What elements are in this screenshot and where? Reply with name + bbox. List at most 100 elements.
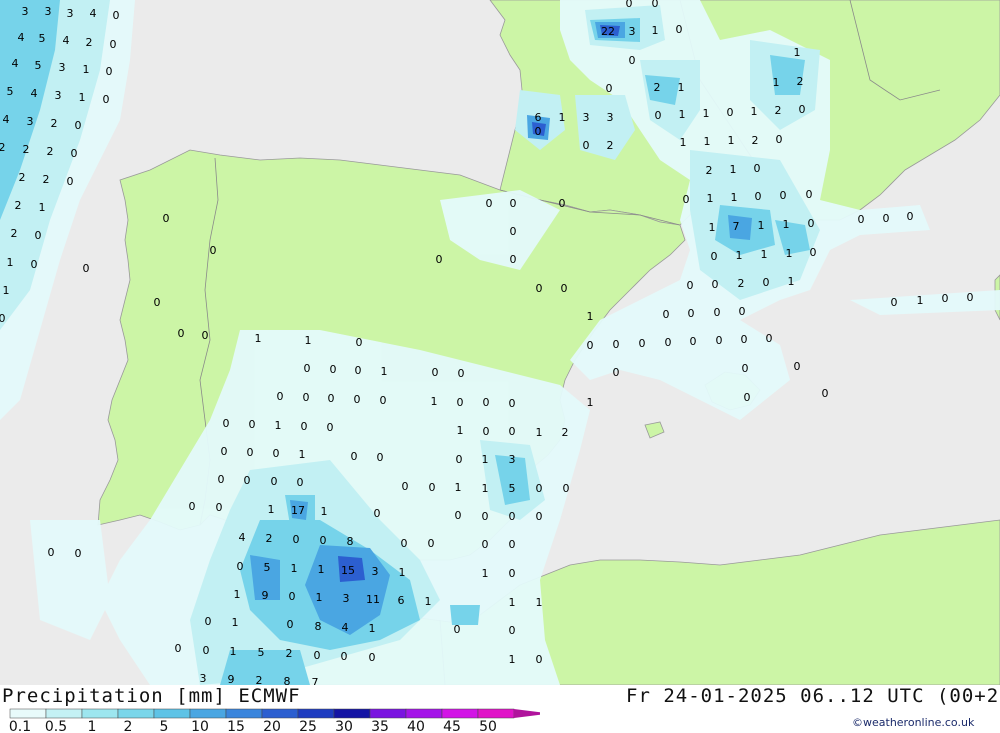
precip-value: 0 (380, 394, 387, 407)
precip-value: 0 (369, 651, 376, 664)
precip-value: 3 (583, 111, 590, 124)
precip-value: 0 (559, 197, 566, 210)
legend-tick-label: 45 (443, 719, 461, 733)
precip-value: 3 (67, 7, 74, 20)
precip-value: 0 (712, 278, 719, 291)
precip-value: 3 (55, 89, 62, 102)
precip-value: 0 (244, 474, 251, 487)
precip-value: 0 (457, 396, 464, 409)
legend-swatch (333, 708, 371, 719)
precip-value: 0 (613, 338, 620, 351)
precip-value: 0 (561, 282, 568, 295)
precip-value: 0 (402, 480, 409, 493)
precip-value: 2 (256, 674, 263, 685)
legend-tick-label: 40 (407, 719, 425, 733)
precipitation-map: 3 3 3 4 04 5 4 2 04 5 3 1 05 4 3 1 04 3 2 02 2 2 02 2 02 12 01 0100… (0, 0, 1000, 685)
precip-value: 4 (18, 31, 25, 44)
precip-value: 0 (178, 327, 185, 340)
precip-value: 1 (728, 134, 735, 147)
legend-tick-label: 1 (88, 719, 97, 733)
precip-value: 2 (51, 117, 58, 130)
precip-value: 0 (652, 0, 659, 10)
precip-value: 0 (429, 481, 436, 494)
precip-value: 0 (48, 546, 55, 559)
precip-value: 0 (271, 475, 278, 488)
precip-value: 0 (456, 453, 463, 466)
precip-value: 1 (680, 136, 687, 149)
precip-value: 1 (399, 566, 406, 579)
legend-swatch (45, 708, 83, 719)
precip-value: 0 (536, 510, 543, 523)
precip-value: 0 (806, 188, 813, 201)
precip-value: 5 (264, 561, 271, 574)
precip-value: 7 (733, 220, 740, 233)
precip-value: 5 (258, 646, 265, 659)
precip-value: 1 (3, 284, 10, 297)
precip-value: 5 (7, 85, 14, 98)
footer: Precipitation [mm] ECMWF Fr 24-01-2025 0… (0, 685, 1000, 733)
precip-value: 3 (45, 5, 52, 18)
precip-value: 0 (822, 387, 829, 400)
precip-value: 1 (7, 256, 14, 269)
precip-value: 0 (626, 0, 633, 10)
precip-value: 0 (401, 537, 408, 550)
precip-value: 3 (22, 5, 29, 18)
precip-value: 0 (763, 276, 770, 289)
precip-value: 0 (509, 510, 516, 523)
precip-value: 0 (663, 308, 670, 321)
precip-value: 9 (228, 673, 235, 685)
precip-value: 11 (366, 593, 380, 606)
precip-value: 2 (266, 532, 273, 545)
precip-value: 0 (808, 217, 815, 230)
legend-swatch (261, 708, 299, 719)
precip-value: 0 (688, 307, 695, 320)
precip-value: 0 (754, 162, 761, 175)
precip-value: 1 (731, 191, 738, 204)
precip-value: 1 (678, 81, 685, 94)
precip-value: 0 (942, 292, 949, 305)
precip-value: 0 (436, 253, 443, 266)
precip-value: 0 (154, 296, 161, 309)
precip-value: 0 (606, 82, 613, 95)
precip-value: 0 (189, 500, 196, 513)
precip-value: 1 (509, 653, 516, 666)
precip-value: 22 (601, 25, 615, 38)
precip-value: 2 (19, 171, 26, 184)
precip-value: 1 (783, 218, 790, 231)
precip-value: 6 (398, 594, 405, 607)
precip-value: 1 (704, 135, 711, 148)
precip-value: 3 (607, 111, 614, 124)
precip-value: 1 (536, 596, 543, 609)
precip-value: 0 (510, 197, 517, 210)
precip-value: 0 (483, 396, 490, 409)
precip-value: 1 (730, 163, 737, 176)
precip-value: 0 (221, 445, 228, 458)
precip-value: 1 (679, 108, 686, 121)
precip-value: 1 (761, 248, 768, 261)
precip-value: 1 (305, 334, 312, 347)
legend-tick-label: 30 (335, 719, 353, 733)
precip-value: 4 (239, 531, 246, 544)
precip-value: 0 (202, 329, 209, 342)
precip-value: 1 (299, 448, 306, 461)
legend-tick-label: 0.5 (45, 719, 67, 733)
legend-tick-label: 5 (160, 719, 169, 733)
precip-value: 1 (321, 505, 328, 518)
precip-value: 0 (639, 337, 646, 350)
precip-value: 0 (113, 9, 120, 22)
precip-value: 0 (301, 420, 308, 433)
legend-swatch (9, 708, 47, 719)
precip-value: 0 (536, 653, 543, 666)
precip-value: 1 (83, 63, 90, 76)
precip-value: 0 (742, 362, 749, 375)
precip-value: 1 (736, 249, 743, 262)
precip-value: 0 (739, 305, 746, 318)
legend-swatch (117, 708, 155, 719)
precip-value: 1 (234, 588, 241, 601)
precip-value: 0 (587, 339, 594, 352)
precip-value: 3 (372, 565, 379, 578)
legend-tick-label: 35 (371, 719, 389, 733)
precip-value: 0 (727, 106, 734, 119)
precip-value: 0 (71, 147, 78, 160)
precip-value: 5 (35, 59, 42, 72)
